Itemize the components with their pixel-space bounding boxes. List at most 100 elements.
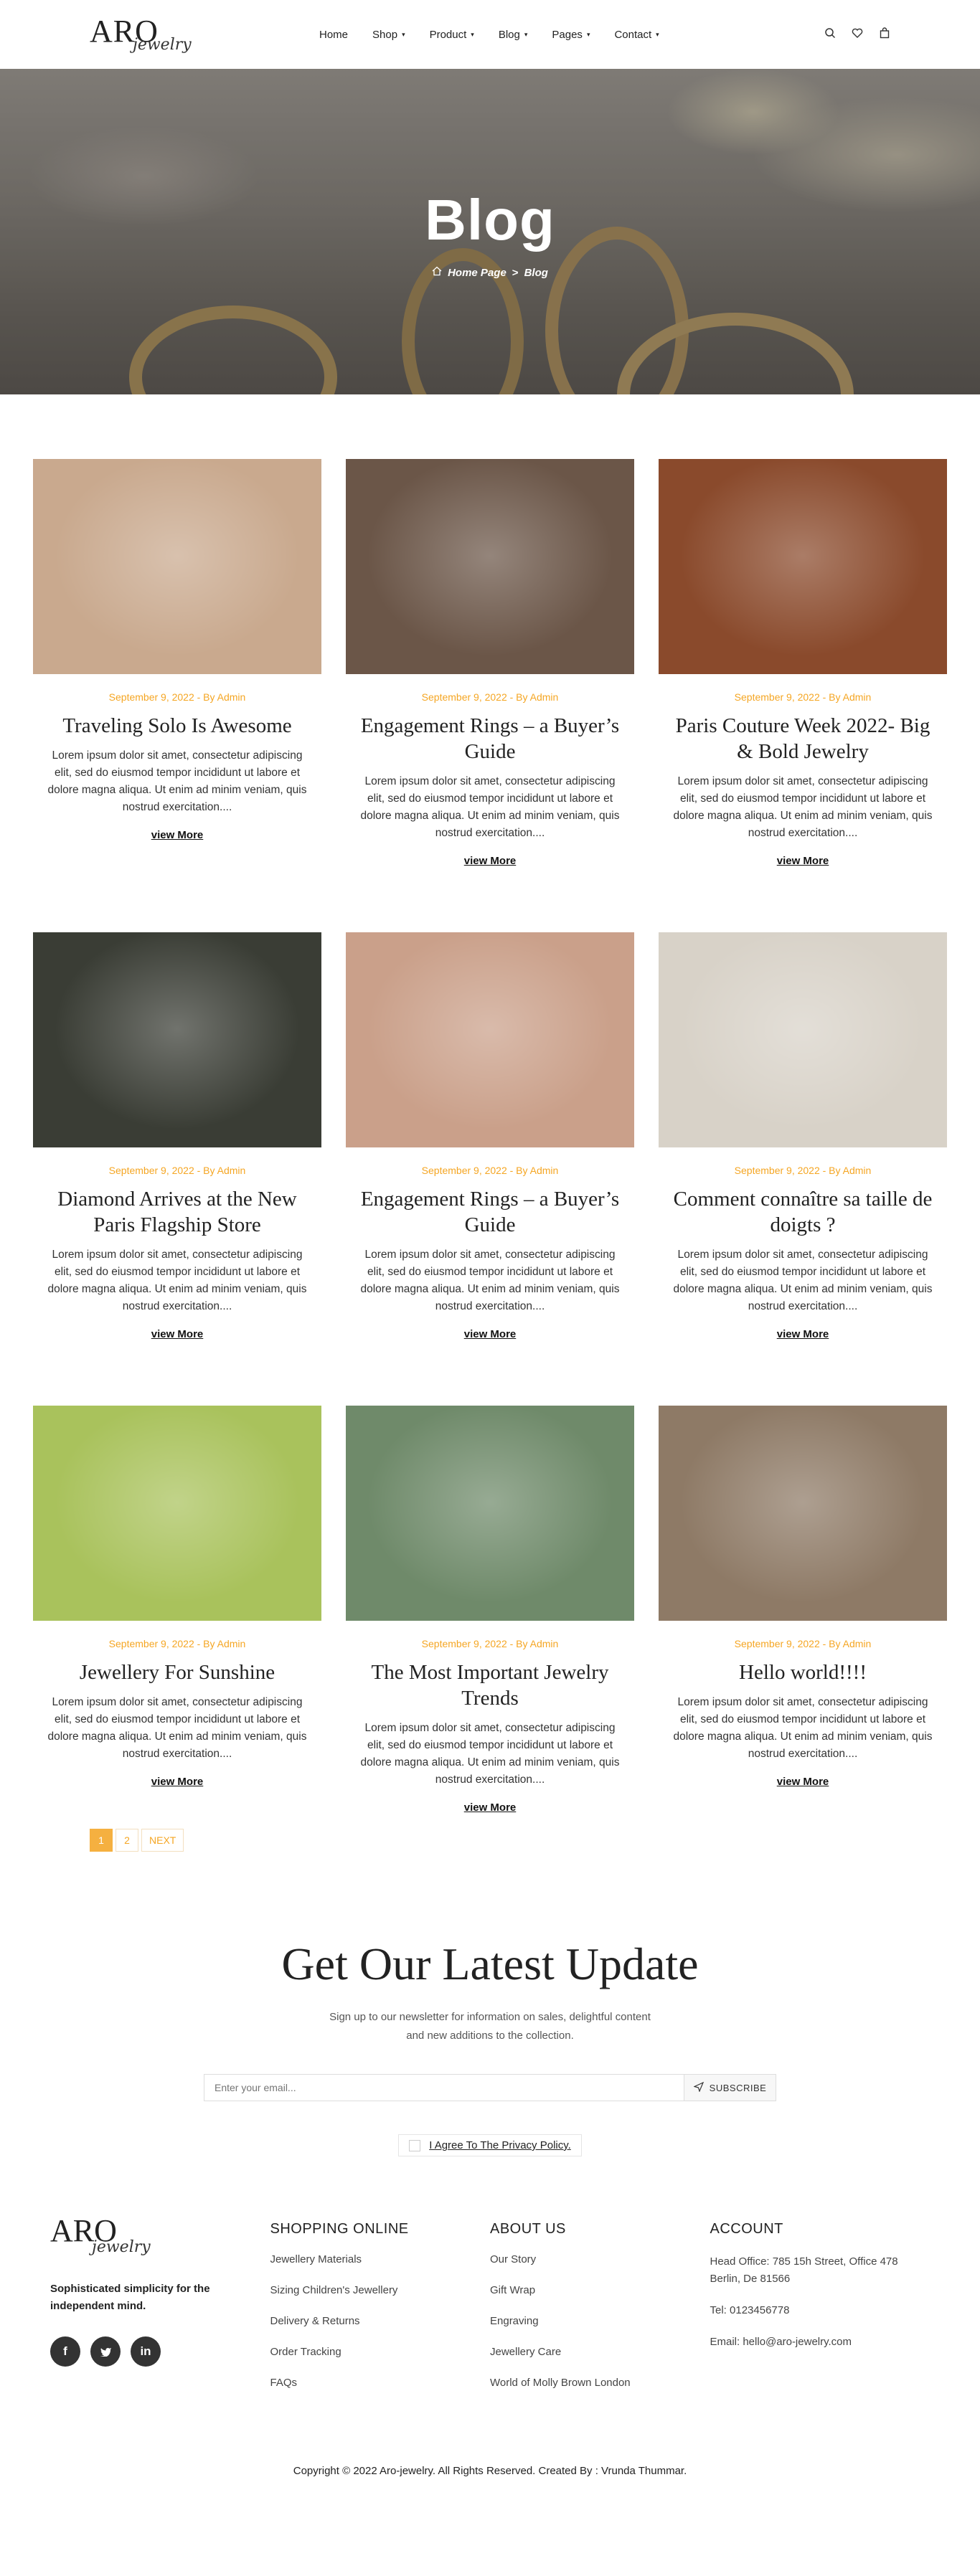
search-icon[interactable] xyxy=(824,27,836,42)
footer-tagline: Sophisticated simplicity for the indepen… xyxy=(50,2283,210,2312)
blog-post-grid: September 9, 2022 - By Admin Traveling So… xyxy=(0,394,980,1814)
post-thumbnail[interactable] xyxy=(346,1406,634,1621)
page-1-button[interactable]: 1 xyxy=(90,1829,113,1852)
post-excerpt: Lorem ipsum dolor sit amet, consectetur … xyxy=(47,1696,307,1760)
post-meta: September 9, 2022 - By Admin xyxy=(108,1638,246,1649)
footer-shopping-column: SHOPPING ONLINE Jewellery Materials Sizi… xyxy=(270,2215,491,2407)
footer-link[interactable]: Sizing Children's Jewellery xyxy=(270,2284,491,2296)
caret-down-icon: ▾ xyxy=(524,30,528,38)
footer-link[interactable]: Order Tracking xyxy=(270,2346,491,2358)
email-input[interactable] xyxy=(204,2074,684,2101)
footer-link[interactable]: Delivery & Returns xyxy=(270,2315,491,2327)
post-title[interactable]: Jewellery For Sunshine xyxy=(47,1659,307,1685)
post-title[interactable]: Diamond Arrives at the New Paris Flagshi… xyxy=(47,1186,307,1238)
post-thumbnail[interactable] xyxy=(33,1406,321,1621)
page-2-button[interactable]: 2 xyxy=(116,1829,138,1852)
nav-item-contact[interactable]: Contact ▾ xyxy=(614,29,659,41)
post-meta: September 9, 2022 - By Admin xyxy=(421,1638,559,1649)
footer-link[interactable]: FAQs xyxy=(270,2377,491,2389)
view-more-link[interactable]: view More xyxy=(777,1328,829,1340)
view-more-link[interactable]: view More xyxy=(464,1801,517,1814)
newsletter-section: Get Our Latest Update Sign up to our new… xyxy=(0,1938,980,2156)
post-excerpt: Lorem ipsum dolor sit amet, consectetur … xyxy=(673,1249,933,1312)
subscribe-button[interactable]: SUBSCRIBE xyxy=(684,2074,776,2101)
site-logo[interactable]: ARO jewelry xyxy=(90,16,219,53)
footer-link[interactable]: World of Molly Brown London xyxy=(490,2377,710,2389)
nav-item-shop[interactable]: Shop ▾ xyxy=(372,29,405,41)
post-row: September 9, 2022 - By Admin Diamond Arri… xyxy=(33,932,947,1341)
blog-post-card: September 9, 2022 - By Admin Jewellery Fo… xyxy=(33,1406,321,1789)
post-meta: September 9, 2022 - By Admin xyxy=(108,1165,246,1176)
privacy-agree-checkbox[interactable]: I Agree To The Privacy Policy. xyxy=(398,2134,582,2156)
facebook-icon[interactable]: f xyxy=(50,2336,80,2367)
post-title[interactable]: Engagement Rings – a Buyer’s Guide xyxy=(360,713,620,764)
post-excerpt: Lorem ipsum dolor sit amet, consectetur … xyxy=(47,749,307,813)
footer-link[interactable]: Gift Wrap xyxy=(490,2284,710,2296)
view-more-link[interactable]: view More xyxy=(151,1328,204,1340)
footer-logo[interactable]: ARO jewelry xyxy=(50,2215,270,2257)
footer-link[interactable]: Our Story xyxy=(490,2253,710,2265)
bag-icon[interactable] xyxy=(879,27,890,42)
nav-item-home[interactable]: Home xyxy=(319,29,348,41)
linkedin-icon[interactable]: in xyxy=(131,2336,161,2367)
post-excerpt: Lorem ipsum dolor sit amet, consectetur … xyxy=(360,1249,620,1312)
site-footer: ARO jewelry Sophisticated simplicity for… xyxy=(0,2215,980,2407)
post-title[interactable]: Hello world!!!! xyxy=(673,1659,933,1685)
view-more-link[interactable]: view More xyxy=(464,1328,517,1340)
post-meta: September 9, 2022 - By Admin xyxy=(421,1165,559,1176)
caret-down-icon: ▾ xyxy=(402,30,405,38)
breadcrumb-home-link[interactable]: Home Page xyxy=(448,267,507,279)
home-icon xyxy=(432,266,442,279)
footer-about-title: ABOUT US xyxy=(490,2221,566,2237)
send-icon xyxy=(692,2081,704,2094)
privacy-agree-label[interactable]: I Agree To The Privacy Policy. xyxy=(429,2139,571,2151)
caret-down-icon: ▾ xyxy=(471,30,474,38)
post-thumbnail[interactable] xyxy=(33,459,321,674)
blog-post-card: September 9, 2022 - By Admin Diamond Arri… xyxy=(33,932,321,1341)
view-more-link[interactable]: view More xyxy=(151,1776,204,1788)
checkbox-box[interactable] xyxy=(409,2139,421,2151)
post-thumbnail[interactable] xyxy=(659,932,947,1147)
post-meta: September 9, 2022 - By Admin xyxy=(108,691,246,703)
page-bottom-spacer xyxy=(0,2477,980,2503)
view-more-link[interactable]: view More xyxy=(151,829,204,841)
post-thumbnail[interactable] xyxy=(33,932,321,1147)
footer-brand-column: ARO jewelry Sophisticated simplicity for… xyxy=(50,2215,270,2407)
footer-email[interactable]: Email: hello@aro-jewelry.com xyxy=(710,2334,930,2351)
post-title[interactable]: Traveling Solo Is Awesome xyxy=(47,713,307,739)
newsletter-line-2: and new additions to the collection. xyxy=(406,2030,574,2042)
post-title[interactable]: Paris Couture Week 2022- Big & Bold Jewe… xyxy=(673,713,933,764)
nav-item-pages[interactable]: Pages ▾ xyxy=(552,29,590,41)
heart-icon[interactable] xyxy=(852,27,863,42)
twitter-icon[interactable] xyxy=(90,2336,121,2367)
footer-link[interactable]: Jewellery Materials xyxy=(270,2253,491,2265)
hero-content: Blog Home Page > Blog xyxy=(0,187,980,279)
view-more-link[interactable]: view More xyxy=(777,1776,829,1788)
nav-label: Contact xyxy=(614,28,652,41)
next-page-button[interactable]: NEXT xyxy=(141,1829,184,1852)
post-thumbnail[interactable] xyxy=(659,1406,947,1621)
post-excerpt: Lorem ipsum dolor sit amet, consectetur … xyxy=(673,775,933,839)
footer-link[interactable]: Engraving xyxy=(490,2315,710,2327)
post-title[interactable]: Comment connaître sa taille de doigts ? xyxy=(673,1186,933,1238)
footer-link[interactable]: Jewellery Care xyxy=(490,2346,710,2358)
nav-item-blog[interactable]: Blog ▾ xyxy=(499,29,528,41)
social-links: f in xyxy=(50,2336,270,2367)
post-excerpt: Lorem ipsum dolor sit amet, consectetur … xyxy=(360,1722,620,1786)
post-thumbnail[interactable] xyxy=(346,459,634,674)
view-more-link[interactable]: view More xyxy=(777,855,829,867)
footer-logo-script: jewelry xyxy=(92,2238,151,2256)
breadcrumb-separator-icon: > xyxy=(512,266,519,279)
view-more-link[interactable]: view More xyxy=(464,855,517,867)
post-excerpt: Lorem ipsum dolor sit amet, consectetur … xyxy=(673,1696,933,1760)
post-meta: September 9, 2022 - By Admin xyxy=(734,1165,872,1176)
post-thumbnail[interactable] xyxy=(346,932,634,1147)
nav-item-product[interactable]: Product ▾ xyxy=(430,29,474,41)
post-thumbnail[interactable] xyxy=(659,459,947,674)
site-header: ARO jewelry Home Shop ▾ Product ▾ Blog ▾ Pa… xyxy=(0,0,980,69)
post-title[interactable]: Engagement Rings – a Buyer’s Guide xyxy=(360,1186,620,1238)
post-title[interactable]: The Most Important Jewelry Trends xyxy=(360,1659,620,1711)
nav-label: Home xyxy=(319,28,349,41)
copyright-text: Copyright © 2022 Aro-jewelry. All Rights… xyxy=(293,2465,687,2477)
subscribe-label: SUBSCRIBE xyxy=(709,2082,767,2093)
